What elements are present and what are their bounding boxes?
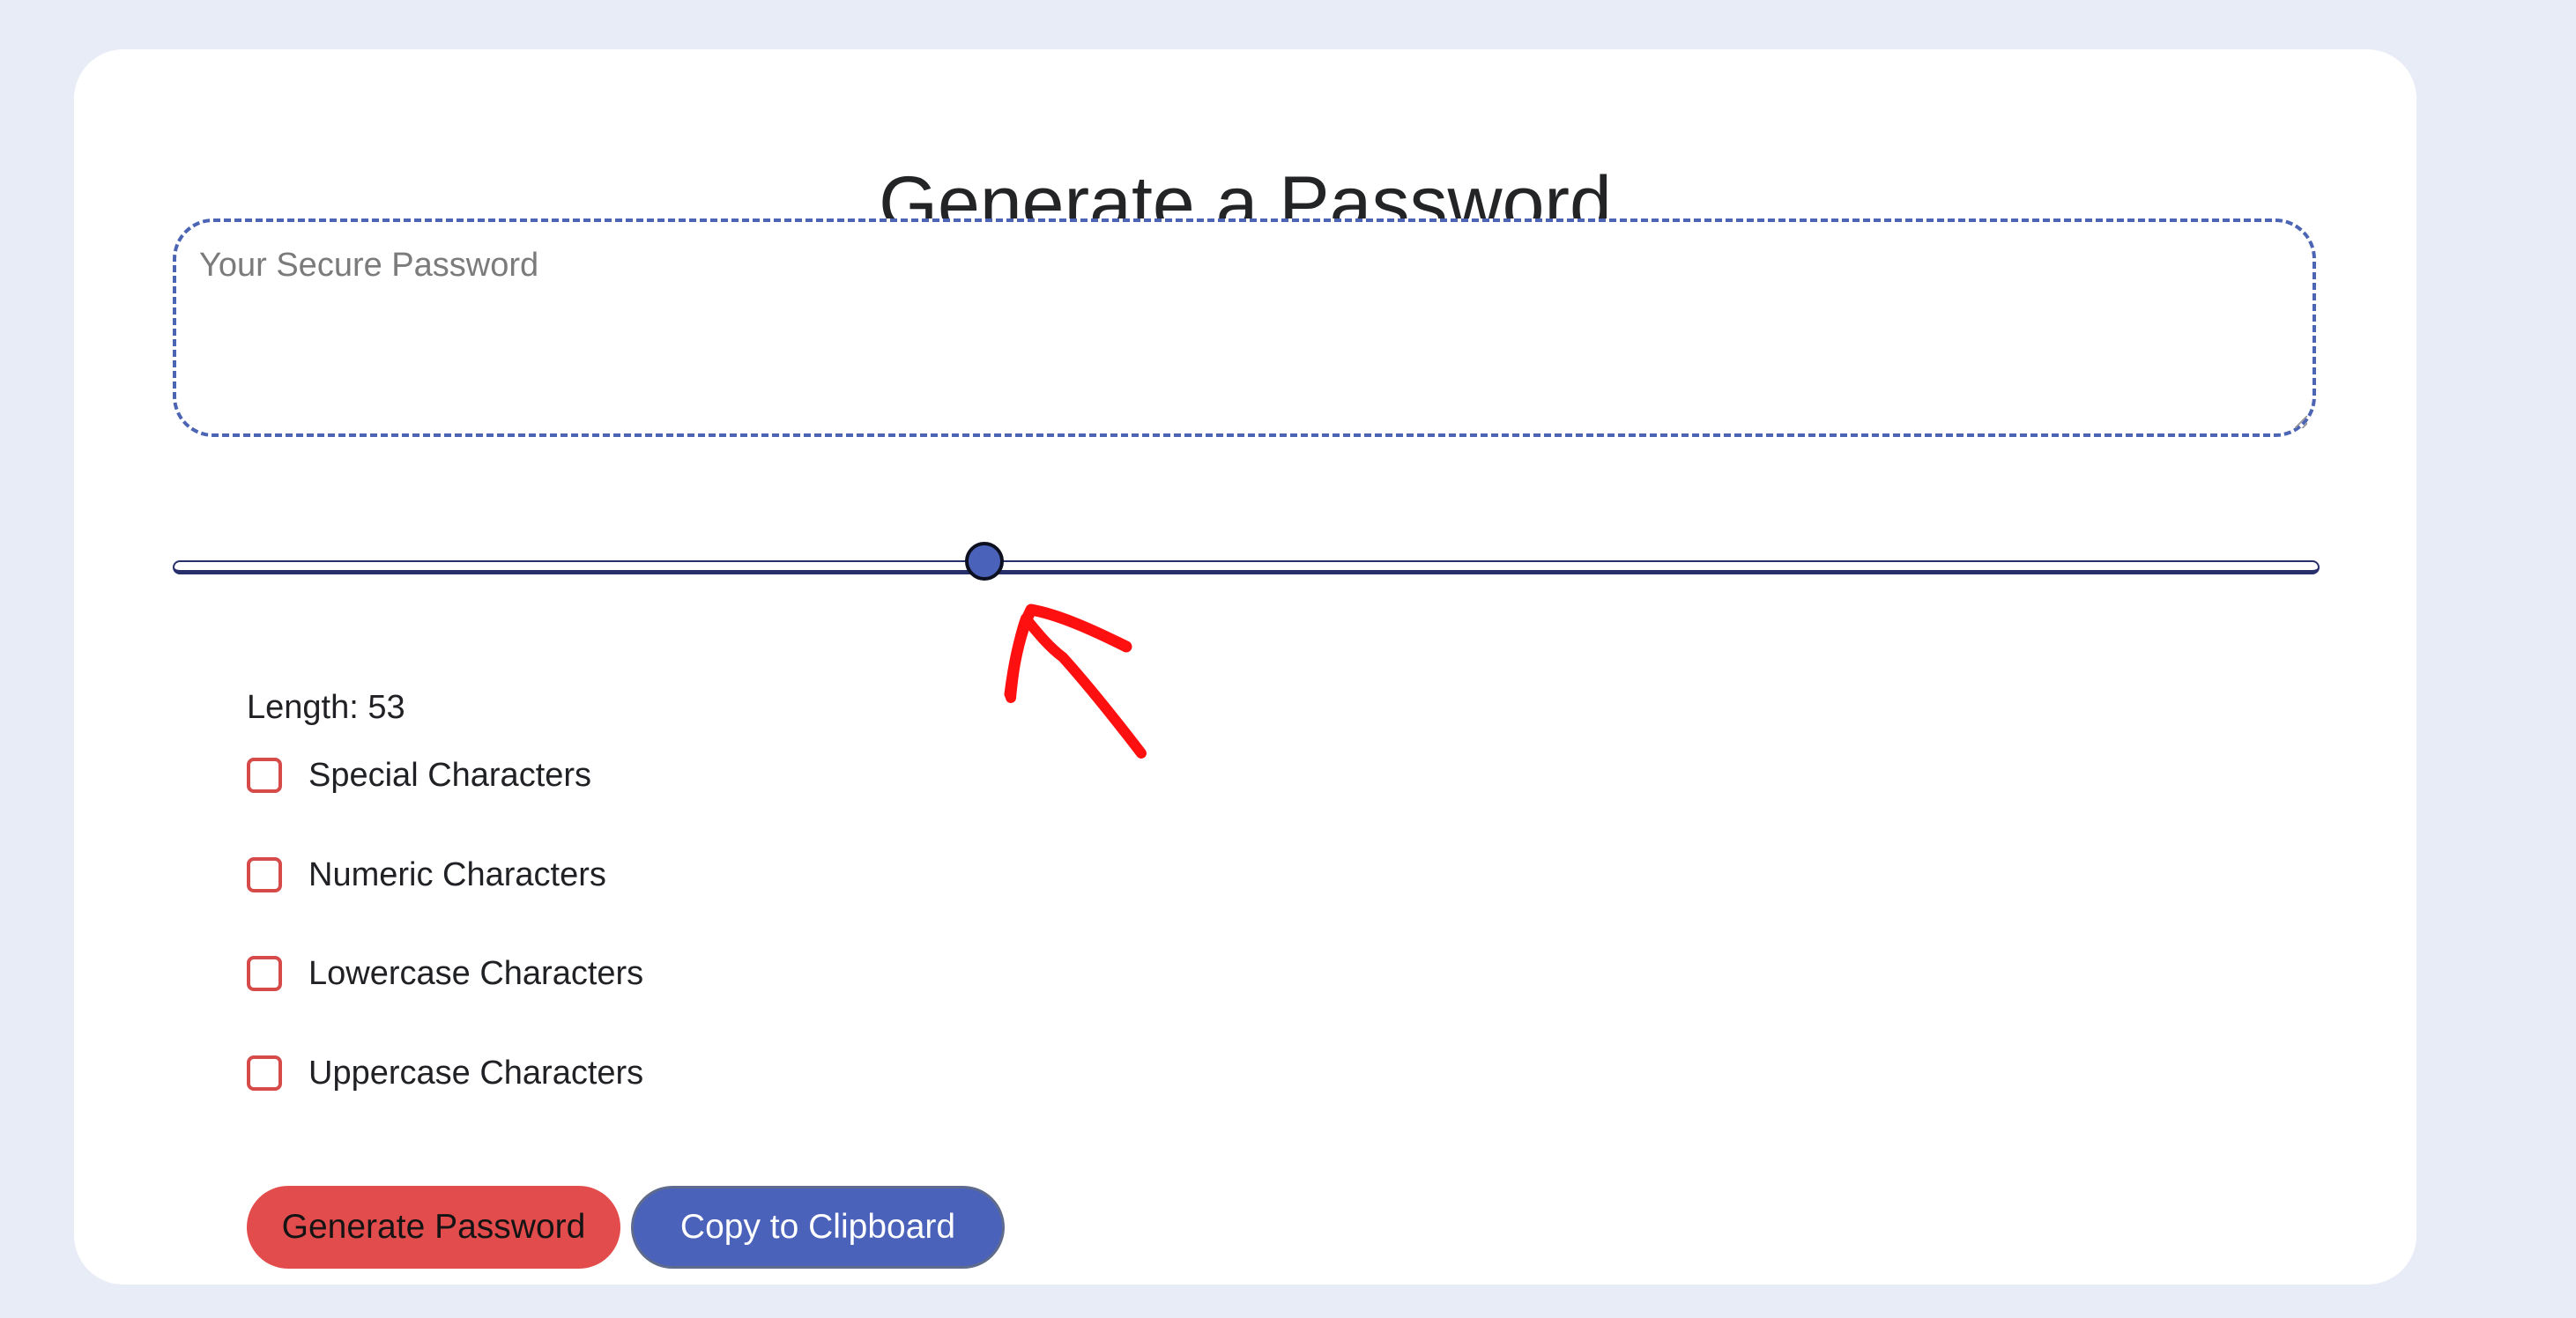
lowercase-characters-label[interactable]: Lowercase Characters: [308, 955, 643, 993]
generate-password-button[interactable]: Generate Password: [247, 1186, 620, 1269]
uppercase-characters-checkbox[interactable]: [247, 1055, 282, 1091]
option-numeric-characters[interactable]: Numeric Characters: [247, 854, 606, 896]
length-label: Length: 53: [247, 689, 405, 726]
resize-handle-icon[interactable]: [2295, 416, 2307, 428]
uppercase-characters-label[interactable]: Uppercase Characters: [308, 1055, 643, 1092]
copy-to-clipboard-button[interactable]: Copy to Clipboard: [631, 1186, 1005, 1269]
lowercase-characters-checkbox[interactable]: [247, 956, 282, 991]
password-generator-card: Generate a Password Length: 53 Special C…: [74, 49, 2416, 1285]
slider-track[interactable]: [173, 560, 2320, 574]
password-textarea[interactable]: [176, 222, 2312, 433]
option-uppercase-characters[interactable]: Uppercase Characters: [247, 1052, 643, 1094]
numeric-characters-checkbox[interactable]: [247, 857, 282, 892]
slider-thumb[interactable]: [964, 542, 1004, 581]
numeric-characters-label[interactable]: Numeric Characters: [308, 856, 606, 894]
special-characters-label[interactable]: Special Characters: [308, 757, 591, 795]
option-lowercase-characters[interactable]: Lowercase Characters: [247, 952, 643, 995]
option-special-characters[interactable]: Special Characters: [247, 754, 591, 796]
length-slider[interactable]: [173, 542, 2320, 581]
special-characters-checkbox[interactable]: [247, 758, 282, 793]
password-output-field[interactable]: [173, 218, 2316, 437]
